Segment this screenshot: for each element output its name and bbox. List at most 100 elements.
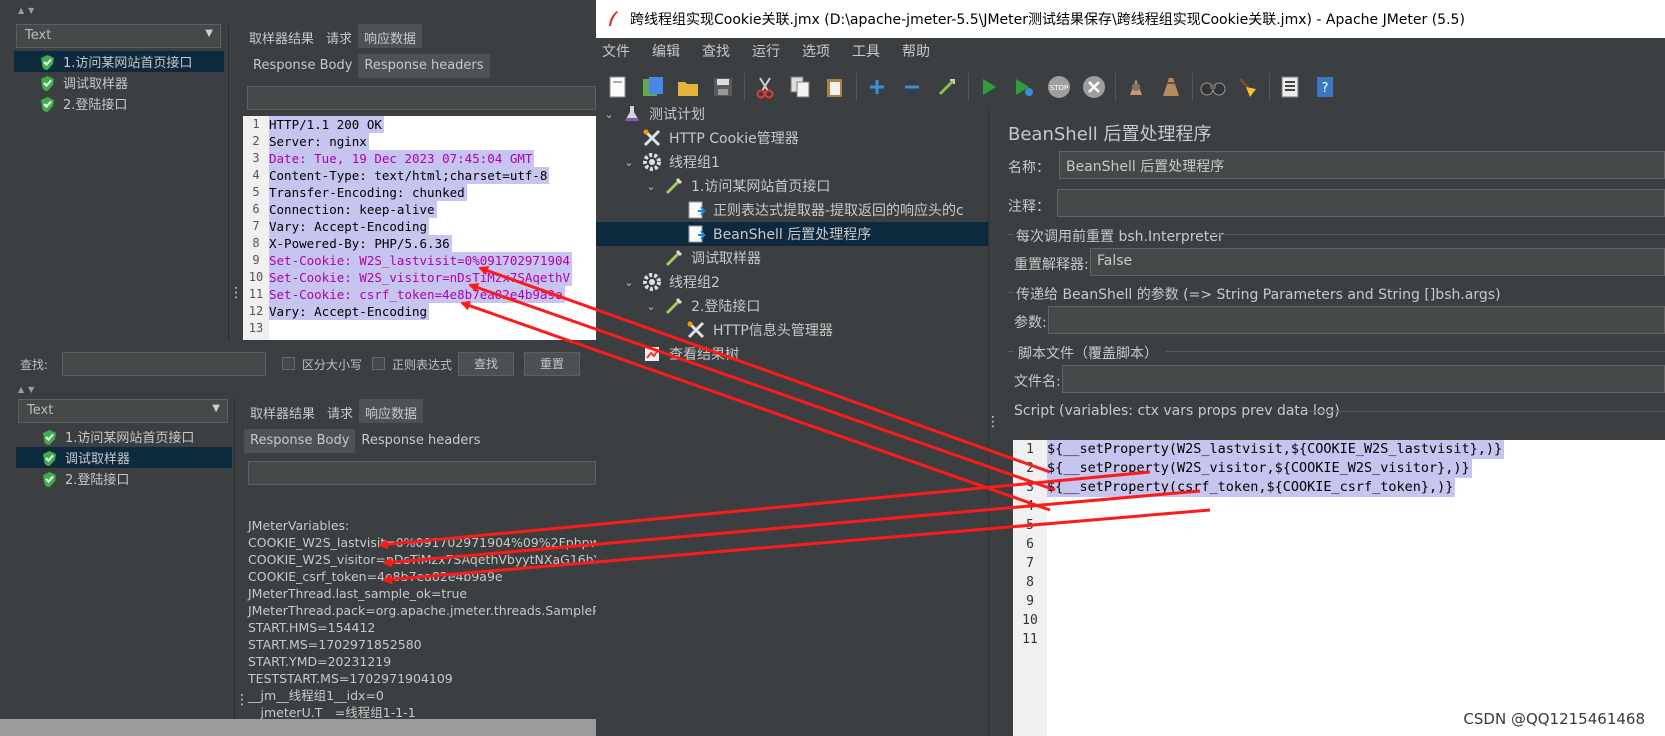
subtab-response-headers[interactable]: Response headers bbox=[355, 429, 486, 453]
search-bar[interactable] bbox=[247, 86, 596, 110]
chevron-down-icon[interactable]: ⌄ bbox=[622, 156, 636, 169]
result-tree-item[interactable]: 调试取样器 bbox=[16, 447, 232, 468]
params-field[interactable] bbox=[1048, 306, 1665, 334]
expand-icon[interactable] bbox=[863, 73, 891, 101]
subtab-response-headers[interactable]: Response headers bbox=[358, 54, 490, 78]
menu-run[interactable]: 运行 bbox=[752, 41, 780, 61]
toolbar-separator bbox=[968, 73, 969, 101]
tab-request[interactable]: 请求 bbox=[321, 399, 359, 423]
tree-node-homepage-sampler[interactable]: ⌄ 1.访问某网站首页接口 bbox=[644, 174, 988, 198]
tab-sampler-result[interactable]: 取样器结果 bbox=[244, 399, 321, 423]
menu-tools[interactable]: 工具 bbox=[852, 41, 880, 61]
search-bar[interactable] bbox=[248, 461, 596, 485]
result-tree-item[interactable]: 2.登陆接口 bbox=[14, 93, 224, 114]
split-divider[interactable] bbox=[234, 399, 240, 719]
templates-icon[interactable] bbox=[639, 73, 667, 101]
comment-field[interactable] bbox=[1057, 189, 1665, 217]
menu-edit[interactable]: 编辑 bbox=[652, 41, 680, 61]
regex-checkbox[interactable] bbox=[372, 357, 385, 370]
chevron-down-icon[interactable]: ⌄ bbox=[644, 300, 658, 313]
window-titlebar[interactable]: 跨线程组实现Cookie关联.jmx (D:\apache-jmeter-5.5… bbox=[596, 0, 1665, 38]
renderer-combo[interactable]: Text ▼ bbox=[16, 24, 221, 48]
tree-node-label: 查看结果树 bbox=[669, 347, 739, 363]
reset-interpreter-select[interactable]: False bbox=[1090, 248, 1665, 276]
start-no-pause-icon[interactable] bbox=[1010, 73, 1038, 101]
toolbar-separator bbox=[1115, 73, 1116, 101]
tab-sampler-result[interactable]: 取样器结果 bbox=[243, 24, 320, 48]
drag-handle-icon[interactable]: ⋮ bbox=[229, 285, 243, 301]
clear-all-icon[interactable] bbox=[1157, 73, 1185, 101]
toggle-icon[interactable] bbox=[933, 73, 961, 101]
test-plan-tree: ⌄ 测试计划 HTTP Cookie管理器 ⌄ 线程组1 ⌄ 1.访问某网站首页… bbox=[596, 106, 988, 736]
variable-line: START.MS=1702971852580 bbox=[248, 637, 422, 652]
help-icon[interactable]: ? bbox=[1311, 73, 1339, 101]
result-tree-label: 2.登陆接口 bbox=[65, 473, 130, 488]
variable-line: JMeterVariables: bbox=[248, 518, 350, 533]
tree-node-view-results-tree[interactable]: 查看结果树 bbox=[622, 342, 988, 366]
tree-node-thread-group-1[interactable]: ⌄ 线程组1 bbox=[622, 150, 988, 174]
reset-section-title: 每次调用前重置 bsh.Interpreter bbox=[1016, 229, 1224, 245]
response-headers-view[interactable]: 1 HTTP/1.1 200 OK 2 Server: nginx 3 Date: T… bbox=[243, 116, 596, 340]
svg-text:?: ? bbox=[1322, 81, 1329, 96]
copy-icon[interactable] bbox=[786, 73, 814, 101]
menu-options[interactable]: 选项 bbox=[802, 41, 830, 61]
tab-response-data[interactable]: 响应数据 bbox=[359, 399, 424, 423]
result-tree-item[interactable]: 调试取样器 bbox=[14, 72, 224, 93]
new-icon[interactable] bbox=[604, 73, 632, 101]
name-field[interactable]: BeanShell 后置处理程序 bbox=[1059, 151, 1665, 179]
shutdown-icon[interactable] bbox=[1080, 73, 1108, 101]
paste-icon[interactable] bbox=[821, 73, 849, 101]
collapse-arrows-icon[interactable]: ▲▼ bbox=[18, 6, 38, 15]
reset-button[interactable]: 重置 bbox=[524, 352, 580, 376]
tree-node-cookie-manager[interactable]: HTTP Cookie管理器 bbox=[622, 126, 988, 150]
tree-node-beanshell-postprocessor[interactable]: BeanShell 后置处理程序 bbox=[596, 222, 988, 246]
script-line: 8 bbox=[1026, 575, 1034, 590]
tree-node-debug-sampler[interactable]: 调试取样器 bbox=[644, 246, 988, 270]
script-editor[interactable]: 1 ${__setProperty(W2S_lastvisit,${COOKIE_… bbox=[1013, 440, 1665, 736]
filename-field[interactable] bbox=[1062, 365, 1665, 393]
binoculars-icon[interactable] bbox=[1199, 73, 1227, 101]
subtab-response-body[interactable]: Response Body bbox=[244, 429, 356, 453]
tree-node-test-plan[interactable]: ⌄ 测试计划 bbox=[602, 102, 988, 126]
chevron-down-icon[interactable]: ⌄ bbox=[602, 108, 616, 121]
menu-help[interactable]: 帮助 bbox=[902, 41, 930, 61]
search-label: 查找: bbox=[20, 358, 49, 372]
case-sensitive-checkbox[interactable] bbox=[282, 357, 295, 370]
header-line: 10 Set-Cookie: W2S_visitor=nDsTiMzx7SAqet… bbox=[248, 269, 573, 286]
tree-node-login-sampler[interactable]: ⌄ 2.登陆接口 bbox=[644, 294, 988, 318]
broom-icon[interactable] bbox=[1234, 73, 1262, 101]
collapse-arrows-icon[interactable]: ▲▼ bbox=[18, 385, 38, 394]
success-shield-icon bbox=[43, 429, 56, 445]
tree-node-regex-extractor[interactable]: 正则表达式提取器-提取返回的响应头的c bbox=[666, 198, 988, 222]
tab-response-data[interactable]: 响应数据 bbox=[358, 24, 423, 48]
result-tree-item[interactable]: 2.登陆接口 bbox=[16, 468, 232, 489]
stop-icon[interactable]: STOP bbox=[1045, 73, 1073, 101]
open-icon[interactable] bbox=[674, 73, 702, 101]
case-sensitive-label: 区分大小写 bbox=[302, 358, 363, 372]
menu-file[interactable]: 文件 bbox=[602, 41, 630, 61]
tree-node-thread-group-2[interactable]: ⌄ 线程组2 bbox=[622, 270, 988, 294]
tree-node-header-manager[interactable]: HTTP信息头管理器 bbox=[666, 318, 988, 342]
drag-handle-icon[interactable]: ⋮ bbox=[235, 692, 249, 708]
search-input[interactable] bbox=[62, 352, 266, 376]
clear-icon[interactable] bbox=[1122, 73, 1150, 101]
result-tree-item[interactable]: 1.访问某网站首页接口 bbox=[14, 51, 224, 72]
renderer-combo[interactable]: Text ▼ bbox=[18, 399, 228, 423]
save-icon[interactable] bbox=[709, 73, 737, 101]
chevron-down-icon[interactable]: ⌄ bbox=[622, 276, 636, 289]
drag-handle-icon[interactable]: ⋮ bbox=[986, 414, 1000, 430]
tab-request[interactable]: 请求 bbox=[320, 24, 358, 48]
subtab-response-body[interactable]: Response Body bbox=[247, 54, 358, 78]
start-icon[interactable] bbox=[975, 73, 1003, 101]
collapse-icon[interactable] bbox=[898, 73, 926, 101]
chevron-down-icon[interactable]: ⌄ bbox=[644, 180, 658, 193]
variable-line: COOKIE_W2S_visitor=nDsTiMzx7SAqethVbyytN… bbox=[248, 552, 596, 567]
result-tree-item[interactable]: 1.访问某网站首页接口 bbox=[16, 426, 232, 447]
function-helper-icon[interactable] bbox=[1276, 73, 1304, 101]
menu-search[interactable]: 查找 bbox=[702, 41, 730, 61]
find-button[interactable]: 查找 bbox=[458, 352, 514, 376]
regex-label: 正则表达式 bbox=[392, 358, 453, 372]
success-shield-icon bbox=[41, 96, 54, 112]
success-shield-icon bbox=[41, 75, 54, 91]
cut-icon[interactable] bbox=[751, 73, 779, 101]
